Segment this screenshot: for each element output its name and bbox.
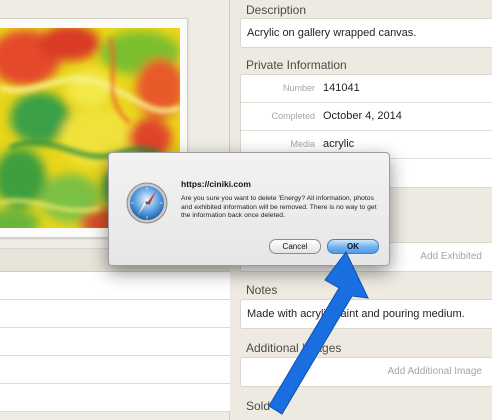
- dialog-title: https://ciniki.com: [181, 179, 251, 189]
- add-additional-image-label: Add Additional Image: [387, 366, 482, 377]
- description-value: Acrylic on gallery wrapped canvas.: [247, 27, 417, 39]
- info-row-completed[interactable]: Completed October 4, 2014: [241, 103, 492, 131]
- dialog-message: Are you sure you want to delete 'Energy?…: [181, 195, 377, 220]
- description-card[interactable]: Acrylic on gallery wrapped canvas.: [240, 18, 492, 48]
- ok-button[interactable]: OK: [327, 239, 379, 254]
- number-value: 141041: [323, 82, 360, 94]
- description-header: Description: [246, 3, 307, 17]
- additional-images-header: Additional Images: [246, 341, 342, 355]
- media-label: Media: [290, 139, 315, 149]
- list-item[interactable]: [0, 272, 230, 300]
- notes-card[interactable]: Made with acrylic paint and pouring medi…: [240, 299, 492, 329]
- add-exhibited-label: Add Exhibited: [420, 251, 482, 262]
- confirm-delete-dialog: https://ciniki.com Are you sure you want…: [108, 152, 390, 266]
- media-value: acrylic: [323, 138, 355, 150]
- left-list: [0, 272, 230, 412]
- list-item[interactable]: [0, 356, 230, 384]
- cancel-button[interactable]: Cancel: [269, 239, 321, 254]
- list-item[interactable]: [0, 328, 230, 356]
- list-item[interactable]: [0, 384, 230, 412]
- add-additional-image-button[interactable]: Add Additional Image: [240, 357, 492, 387]
- notes-header: Notes: [246, 283, 278, 297]
- list-item[interactable]: [0, 300, 230, 328]
- number-label: Number: [282, 83, 315, 93]
- completed-value: October 4, 2014: [323, 110, 402, 122]
- completed-label: Completed: [271, 111, 315, 121]
- info-row-number[interactable]: Number 141041: [241, 75, 492, 103]
- safari-compass-icon: [125, 181, 169, 225]
- sold-to-header: Sold to: [246, 399, 284, 413]
- notes-value: Made with acrylic paint and pouring medi…: [247, 308, 465, 320]
- private-information-header: Private Information: [246, 58, 347, 72]
